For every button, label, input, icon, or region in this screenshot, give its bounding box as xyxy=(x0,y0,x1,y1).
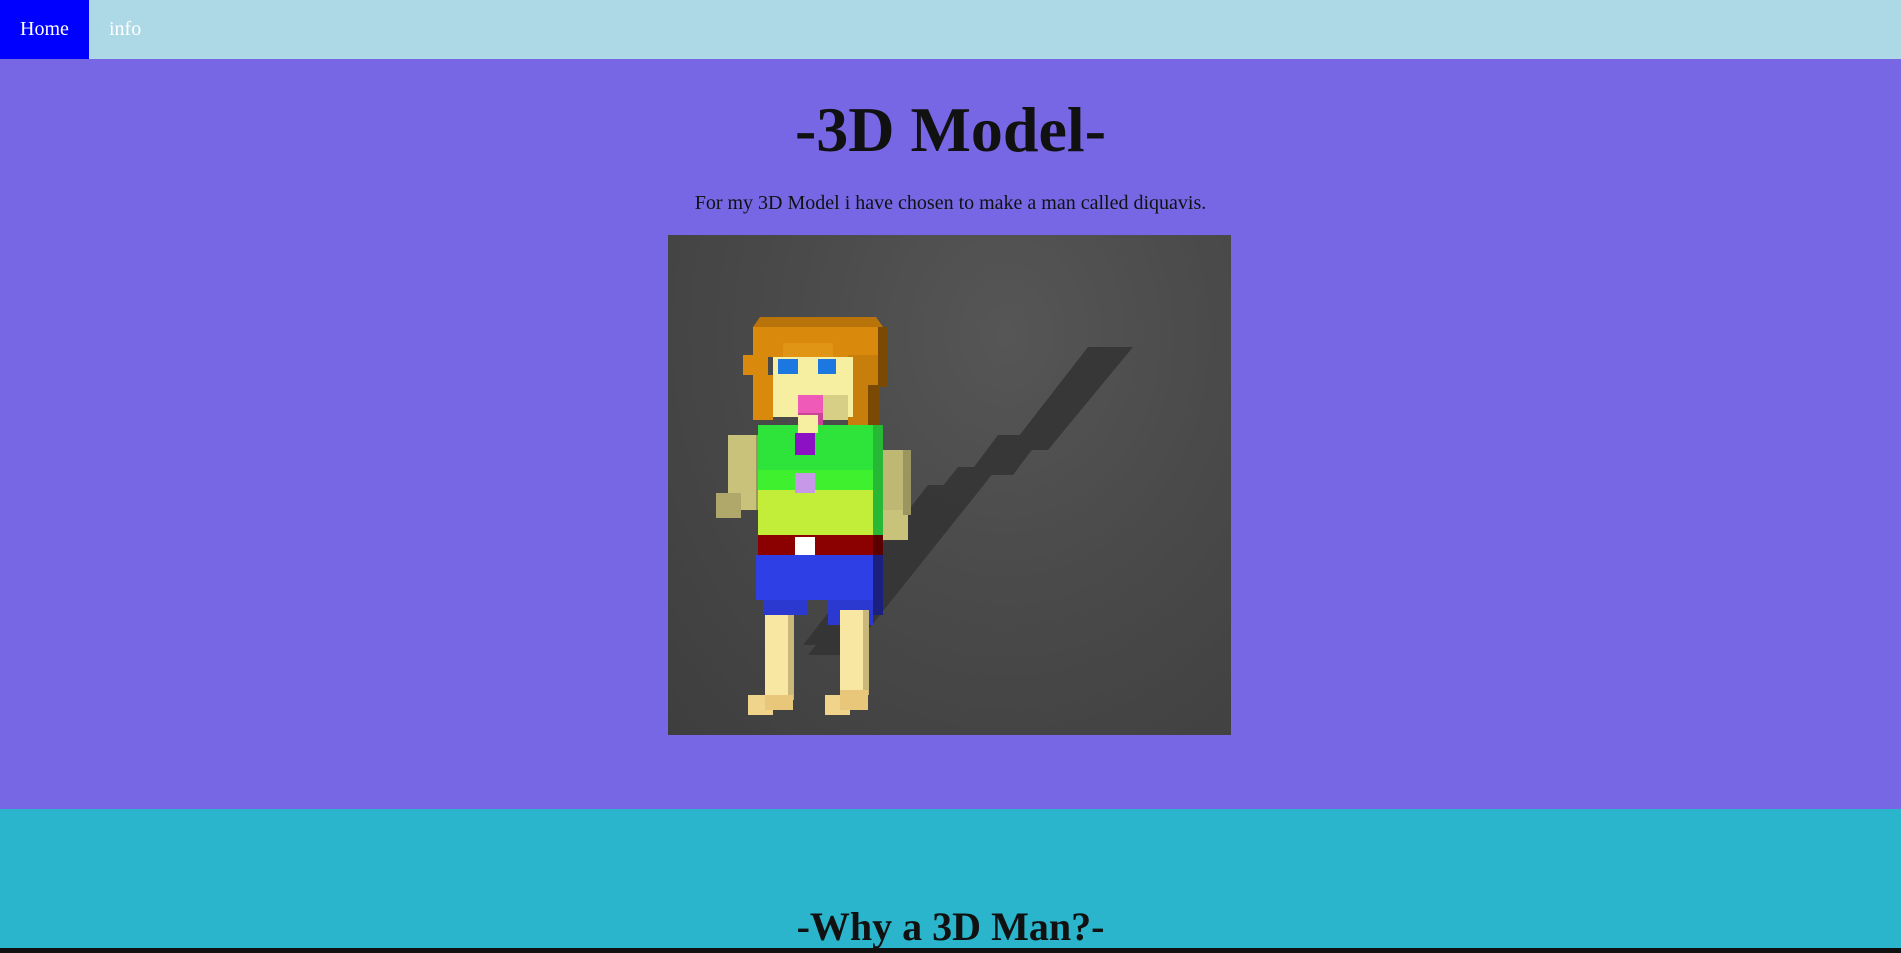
model-face xyxy=(773,357,853,425)
hero-section: -3D Model- For my 3D Model i have chosen… xyxy=(0,59,1901,809)
model-belt xyxy=(758,535,883,555)
why-section-title: -Why a 3D Man?- xyxy=(796,904,1105,949)
top-navbar: Home info xyxy=(0,0,1901,59)
intro-paragraph: For my 3D Model i have chosen to make a … xyxy=(694,192,1207,214)
nav-link-info[interactable]: info xyxy=(89,0,161,59)
why-section: -Why a 3D Man?- xyxy=(0,809,1901,953)
nav-link-home[interactable]: Home xyxy=(0,0,89,59)
model-legs xyxy=(748,610,869,715)
model-torso xyxy=(758,415,883,535)
voxel-man-image xyxy=(668,235,1231,735)
page: Home info -3D Model- For my 3D Model i h… xyxy=(0,0,1901,953)
page-title: -3D Model- xyxy=(794,94,1107,165)
window-bottom-edge xyxy=(0,948,1901,953)
